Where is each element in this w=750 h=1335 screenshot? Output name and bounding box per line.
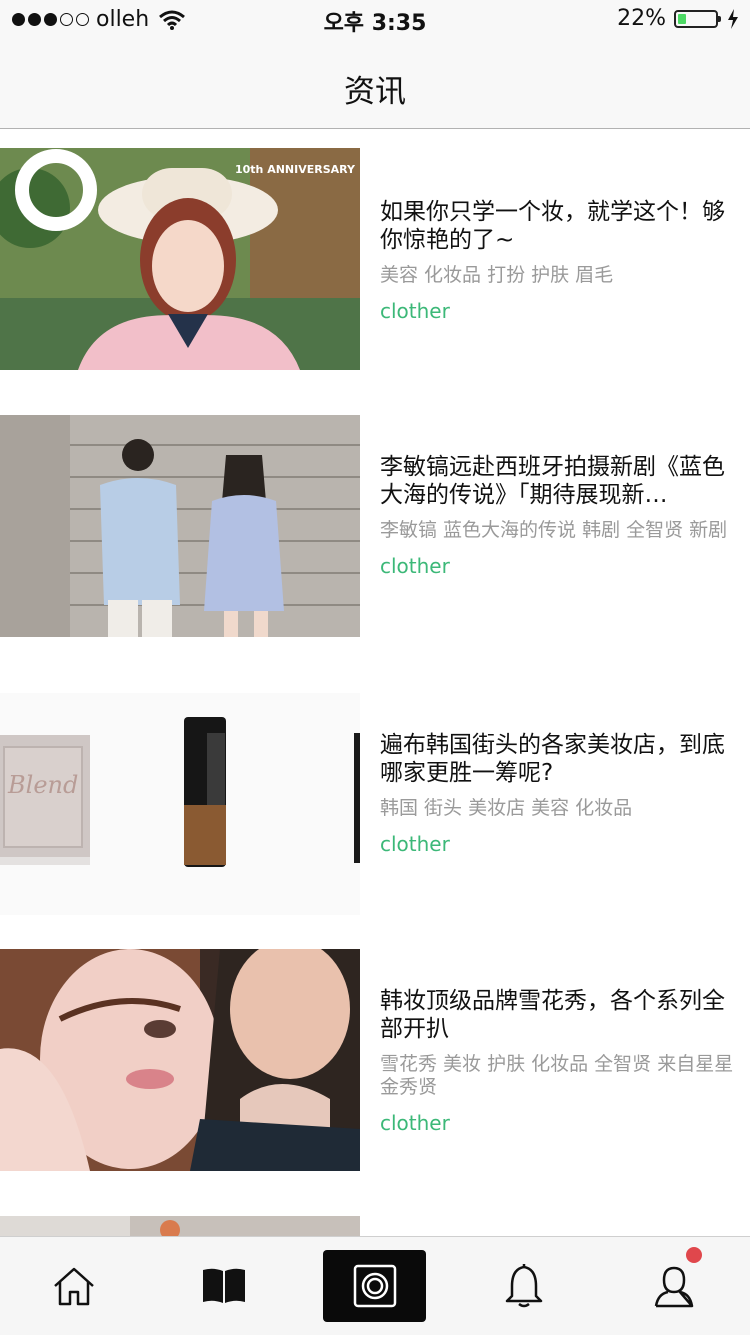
profile-icon	[654, 1266, 694, 1308]
article-thumbnail[interactable]	[0, 949, 360, 1171]
article-category[interactable]: clother	[380, 832, 735, 856]
battery-area: 22%	[617, 6, 740, 31]
status-bar: olleh 오후 3:35 22%	[0, 0, 750, 40]
article-info: 如果你只学一个妆，就学这个！够你惊艳的了~ 美容 化妆品 打扮 护肤 眉毛 cl…	[380, 198, 735, 323]
notification-badge	[686, 1247, 702, 1263]
nav-bar: 资讯	[0, 40, 750, 129]
book-icon	[203, 1268, 245, 1303]
article-info: 韩妆顶级品牌雪花秀，各个系列全部开扒 雪花秀 美妆 护肤 化妆品 全智贤 来自星…	[380, 987, 735, 1135]
article-item[interactable]: 10th ANNIVERSARY 如果你只学一个妆，就学这个！够你惊艳的了~ 美…	[0, 148, 750, 378]
tab-camera[interactable]	[323, 1250, 426, 1322]
page-title: 资讯	[344, 74, 406, 110]
battery-fill	[678, 13, 686, 24]
tab-book[interactable]	[174, 1237, 274, 1335]
tab-bar	[0, 1236, 750, 1335]
article-tags: 李敏镐 蓝色大海的传说 韩剧 全智贤 新剧	[380, 519, 728, 541]
article-category[interactable]: clother	[380, 554, 735, 578]
charging-icon	[728, 8, 738, 29]
tab-profile[interactable]	[624, 1237, 724, 1335]
article-thumbnail[interactable]	[0, 1216, 360, 1236]
image-text: 10th ANNIVERSARY	[235, 163, 356, 176]
tab-home[interactable]	[24, 1237, 124, 1335]
article-item[interactable]: Blend 遍布韩国街头的各家美妆店，到底哪家更胜一筹呢? 韩国 街头 美妆店 …	[0, 693, 750, 923]
home-icon	[54, 1267, 94, 1306]
battery-icon	[674, 9, 721, 28]
article-tags: 美容 化妆品 打扮 护肤 眉毛	[380, 264, 614, 286]
tab-notifications[interactable]	[474, 1237, 574, 1335]
article-info: 遍布韩国街头的各家美妆店，到底哪家更胜一筹呢? 韩国 街头 美妆店 美容 化妆品…	[380, 731, 735, 856]
bell-icon	[505, 1264, 543, 1308]
palette-script-icon: Blend	[7, 771, 78, 799]
article-title[interactable]: 遍布韩国街头的各家美妆店，到底哪家更胜一筹呢?	[380, 731, 735, 787]
article-item[interactable]: 李敏镐远赴西班牙拍摄新剧《蓝色大海的传说》「期待展现新… 李敏镐 蓝色大海的传说…	[0, 415, 750, 645]
article-item[interactable]: 韩妆顶级品牌雪花秀，各个系列全部开扒 雪花秀 美妆 护肤 化妆品 全智贤 来自星…	[0, 949, 750, 1179]
article-category[interactable]: clother	[380, 299, 735, 323]
article-tags: 雪花秀 美妆 护肤 化妆品 全智贤 来自星星 金秀贤	[380, 1053, 734, 1098]
article-info: 李敏镐远赴西班牙拍摄新剧《蓝色大海的传说》「期待展现新… 李敏镐 蓝色大海的传说…	[380, 453, 735, 578]
camera-icon	[353, 1264, 396, 1308]
article-title[interactable]: 韩妆顶级品牌雪花秀，各个系列全部开扒	[380, 987, 735, 1043]
article-thumbnail[interactable]: 10th ANNIVERSARY	[0, 148, 360, 370]
battery-percent: 22%	[617, 6, 666, 31]
article-category[interactable]: clother	[380, 1111, 735, 1135]
article-title[interactable]: 如果你只学一个妆，就学这个！够你惊艳的了~	[380, 198, 735, 254]
article-thumbnail[interactable]	[0, 415, 360, 637]
article-tags: 韩国 街头 美妆店 美容 化妆品	[380, 797, 633, 819]
article-title[interactable]: 李敏镐远赴西班牙拍摄新剧《蓝色大海的传说》「期待展现新…	[380, 453, 735, 509]
article-item[interactable]	[0, 1216, 750, 1236]
article-thumbnail[interactable]: Blend	[0, 693, 360, 915]
